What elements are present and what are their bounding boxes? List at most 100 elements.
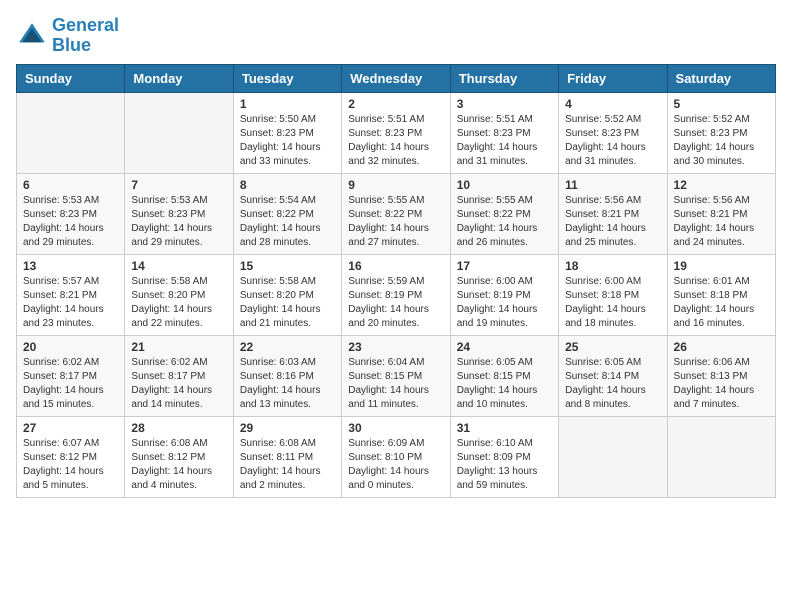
day-header-friday: Friday xyxy=(559,64,667,92)
day-number: 12 xyxy=(674,178,769,192)
day-info: Sunrise: 6:03 AMSunset: 8:16 PMDaylight:… xyxy=(240,356,335,412)
day-info: Sunrise: 6:08 AMSunset: 8:12 PMDaylight:… xyxy=(131,437,226,493)
calendar-cell: 26 Sunrise: 6:06 AMSunset: 8:13 PMDayligh… xyxy=(667,335,775,416)
day-info: Sunrise: 5:56 AMSunset: 8:21 PMDaylight:… xyxy=(674,194,769,250)
day-number: 10 xyxy=(457,178,552,192)
day-number: 23 xyxy=(348,340,443,354)
day-info: Sunrise: 6:00 AMSunset: 8:18 PMDaylight:… xyxy=(565,275,660,331)
day-number: 20 xyxy=(23,340,118,354)
day-info: Sunrise: 6:08 AMSunset: 8:11 PMDaylight:… xyxy=(240,437,335,493)
day-info: Sunrise: 5:52 AMSunset: 8:23 PMDaylight:… xyxy=(565,113,660,169)
calendar-cell: 5 Sunrise: 5:52 AMSunset: 8:23 PMDaylight… xyxy=(667,92,775,173)
day-number: 21 xyxy=(131,340,226,354)
calendar-cell: 4 Sunrise: 5:52 AMSunset: 8:23 PMDaylight… xyxy=(559,92,667,173)
day-info: Sunrise: 5:54 AMSunset: 8:22 PMDaylight:… xyxy=(240,194,335,250)
calendar-cell: 6 Sunrise: 5:53 AMSunset: 8:23 PMDaylight… xyxy=(17,173,125,254)
day-info: Sunrise: 5:53 AMSunset: 8:23 PMDaylight:… xyxy=(23,194,118,250)
day-header-tuesday: Tuesday xyxy=(233,64,341,92)
day-header-monday: Monday xyxy=(125,64,233,92)
day-number: 16 xyxy=(348,259,443,273)
calendar-table: SundayMondayTuesdayWednesdayThursdayFrid… xyxy=(16,64,776,498)
day-info: Sunrise: 5:51 AMSunset: 8:23 PMDaylight:… xyxy=(348,113,443,169)
calendar-cell: 2 Sunrise: 5:51 AMSunset: 8:23 PMDaylight… xyxy=(342,92,450,173)
day-number: 28 xyxy=(131,421,226,435)
day-info: Sunrise: 5:50 AMSunset: 8:23 PMDaylight:… xyxy=(240,113,335,169)
day-info: Sunrise: 5:56 AMSunset: 8:21 PMDaylight:… xyxy=(565,194,660,250)
day-info: Sunrise: 6:01 AMSunset: 8:18 PMDaylight:… xyxy=(674,275,769,331)
day-info: Sunrise: 6:05 AMSunset: 8:15 PMDaylight:… xyxy=(457,356,552,412)
calendar-cell: 10 Sunrise: 5:55 AMSunset: 8:22 PMDayligh… xyxy=(450,173,558,254)
calendar-cell: 9 Sunrise: 5:55 AMSunset: 8:22 PMDaylight… xyxy=(342,173,450,254)
day-header-thursday: Thursday xyxy=(450,64,558,92)
calendar-cell: 30 Sunrise: 6:09 AMSunset: 8:10 PMDayligh… xyxy=(342,416,450,497)
day-number: 22 xyxy=(240,340,335,354)
logo-icon xyxy=(16,20,48,52)
logo-text: General Blue xyxy=(52,16,119,56)
day-number: 17 xyxy=(457,259,552,273)
page-header: General Blue xyxy=(16,16,776,56)
day-info: Sunrise: 5:53 AMSunset: 8:23 PMDaylight:… xyxy=(131,194,226,250)
day-info: Sunrise: 5:58 AMSunset: 8:20 PMDaylight:… xyxy=(240,275,335,331)
day-number: 8 xyxy=(240,178,335,192)
calendar-cell: 27 Sunrise: 6:07 AMSunset: 8:12 PMDayligh… xyxy=(17,416,125,497)
day-info: Sunrise: 5:59 AMSunset: 8:19 PMDaylight:… xyxy=(348,275,443,331)
calendar-cell: 7 Sunrise: 5:53 AMSunset: 8:23 PMDaylight… xyxy=(125,173,233,254)
calendar-cell: 8 Sunrise: 5:54 AMSunset: 8:22 PMDaylight… xyxy=(233,173,341,254)
calendar-cell: 1Sunrise: 5:50 AMSunset: 8:23 PMDaylight… xyxy=(233,92,341,173)
calendar-cell: 13 Sunrise: 5:57 AMSunset: 8:21 PMDayligh… xyxy=(17,254,125,335)
day-info: Sunrise: 6:09 AMSunset: 8:10 PMDaylight:… xyxy=(348,437,443,493)
day-number: 29 xyxy=(240,421,335,435)
day-info: Sunrise: 6:02 AMSunset: 8:17 PMDaylight:… xyxy=(23,356,118,412)
calendar-cell: 24 Sunrise: 6:05 AMSunset: 8:15 PMDayligh… xyxy=(450,335,558,416)
calendar-cell xyxy=(17,92,125,173)
calendar-cell: 19Sunrise: 6:01 AMSunset: 8:18 PMDayligh… xyxy=(667,254,775,335)
logo: General Blue xyxy=(16,16,119,56)
day-info: Sunrise: 6:07 AMSunset: 8:12 PMDaylight:… xyxy=(23,437,118,493)
day-number: 11 xyxy=(565,178,660,192)
day-info: Sunrise: 6:02 AMSunset: 8:17 PMDaylight:… xyxy=(131,356,226,412)
day-number: 2 xyxy=(348,97,443,111)
calendar-cell xyxy=(559,416,667,497)
day-info: Sunrise: 6:04 AMSunset: 8:15 PMDaylight:… xyxy=(348,356,443,412)
calendar-cell: 22 Sunrise: 6:03 AMSunset: 8:16 PMDayligh… xyxy=(233,335,341,416)
day-number: 5 xyxy=(674,97,769,111)
day-number: 6 xyxy=(23,178,118,192)
calendar-cell: 12 Sunrise: 5:56 AMSunset: 8:21 PMDayligh… xyxy=(667,173,775,254)
day-info: Sunrise: 5:52 AMSunset: 8:23 PMDaylight:… xyxy=(674,113,769,169)
calendar-cell: 14Sunrise: 5:58 AMSunset: 8:20 PMDayligh… xyxy=(125,254,233,335)
day-number: 26 xyxy=(674,340,769,354)
day-info: Sunrise: 5:55 AMSunset: 8:22 PMDaylight:… xyxy=(457,194,552,250)
day-info: Sunrise: 6:06 AMSunset: 8:13 PMDaylight:… xyxy=(674,356,769,412)
day-number: 9 xyxy=(348,178,443,192)
calendar-cell: 16 Sunrise: 5:59 AMSunset: 8:19 PMDayligh… xyxy=(342,254,450,335)
day-number: 24 xyxy=(457,340,552,354)
calendar-cell: 29 Sunrise: 6:08 AMSunset: 8:11 PMDayligh… xyxy=(233,416,341,497)
calendar-cell: 15Sunrise: 5:58 AMSunset: 8:20 PMDayligh… xyxy=(233,254,341,335)
day-number: 31 xyxy=(457,421,552,435)
calendar-cell: 28 Sunrise: 6:08 AMSunset: 8:12 PMDayligh… xyxy=(125,416,233,497)
day-number: 18 xyxy=(565,259,660,273)
day-number: 13 xyxy=(23,259,118,273)
day-info: Sunrise: 6:10 AMSunset: 8:09 PMDaylight:… xyxy=(457,437,552,493)
day-info: Sunrise: 5:57 AMSunset: 8:21 PMDaylight:… xyxy=(23,275,118,331)
calendar-cell: 23 Sunrise: 6:04 AMSunset: 8:15 PMDayligh… xyxy=(342,335,450,416)
day-number: 27 xyxy=(23,421,118,435)
day-number: 4 xyxy=(565,97,660,111)
calendar-cell: 25Sunrise: 6:05 AMSunset: 8:14 PMDayligh… xyxy=(559,335,667,416)
day-header-sunday: Sunday xyxy=(17,64,125,92)
calendar-cell xyxy=(667,416,775,497)
day-header-wednesday: Wednesday xyxy=(342,64,450,92)
calendar-cell: 3Sunrise: 5:51 AMSunset: 8:23 PMDaylight… xyxy=(450,92,558,173)
calendar-cell: 11 Sunrise: 5:56 AMSunset: 8:21 PMDayligh… xyxy=(559,173,667,254)
day-header-saturday: Saturday xyxy=(667,64,775,92)
day-number: 30 xyxy=(348,421,443,435)
day-number: 7 xyxy=(131,178,226,192)
calendar-cell: 17Sunrise: 6:00 AMSunset: 8:19 PMDayligh… xyxy=(450,254,558,335)
day-info: Sunrise: 5:51 AMSunset: 8:23 PMDaylight:… xyxy=(457,113,552,169)
day-number: 14 xyxy=(131,259,226,273)
calendar-cell: 21 Sunrise: 6:02 AMSunset: 8:17 PMDayligh… xyxy=(125,335,233,416)
day-info: Sunrise: 5:55 AMSunset: 8:22 PMDaylight:… xyxy=(348,194,443,250)
calendar-cell xyxy=(125,92,233,173)
day-number: 25 xyxy=(565,340,660,354)
calendar-cell: 31 Sunrise: 6:10 AMSunset: 8:09 PMDayligh… xyxy=(450,416,558,497)
